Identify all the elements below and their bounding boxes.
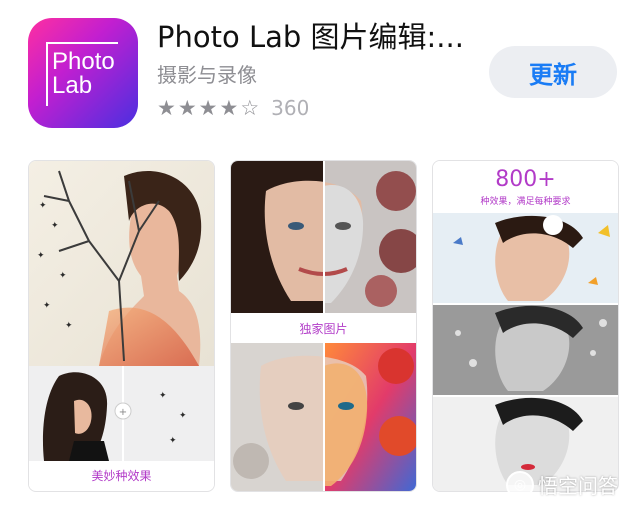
effects-badge: 800+ 种效果，满足每种要求: [433, 161, 618, 213]
app-title: Photo Lab 图片编辑:...: [157, 20, 464, 54]
screenshot-1-caption: 美妙种效果: [29, 461, 214, 489]
rating-row: ★ ★ ★ ★ ☆ 360: [157, 96, 309, 120]
star-filled-icon: ★: [219, 96, 239, 120]
screenshot-3[interactable]: 800+ 种效果，满足每种要求: [432, 160, 619, 492]
star-filled-icon: ★: [198, 96, 218, 120]
screenshot-2-caption: 独家图片: [231, 314, 416, 342]
update-button[interactable]: 更新: [489, 46, 617, 98]
star-filled-icon: ★: [157, 96, 176, 120]
watermark-logo-icon: ◎: [506, 470, 534, 499]
app-icon[interactable]: Photo Lab: [28, 18, 138, 128]
icon-text-lab: Lab: [52, 72, 93, 99]
watermark-text: 悟空问答: [538, 474, 618, 498]
svg-text:+: +: [119, 407, 127, 418]
effects-count: 800+: [495, 167, 556, 192]
watermark: ◎ 悟空问答: [506, 470, 618, 499]
star-empty-icon: ☆: [240, 96, 260, 120]
screenshot-1[interactable]: + ✦ ✦ ✦ ✦ ✦ ✦ ✦ ✦ ✦ 美妙种效果: [28, 160, 215, 492]
screenshot-2[interactable]: 独家图片: [230, 160, 417, 492]
effects-tagline: 种效果，满足每种要求: [480, 197, 571, 207]
app-category: 摄影与录像: [157, 63, 257, 87]
rating-count: 360: [271, 96, 310, 120]
screenshot-1-image: +: [29, 161, 214, 461]
star-filled-icon: ★: [177, 96, 197, 120]
icon-text-photo: Photo: [52, 48, 115, 75]
screenshot-3-image: [433, 213, 618, 491]
